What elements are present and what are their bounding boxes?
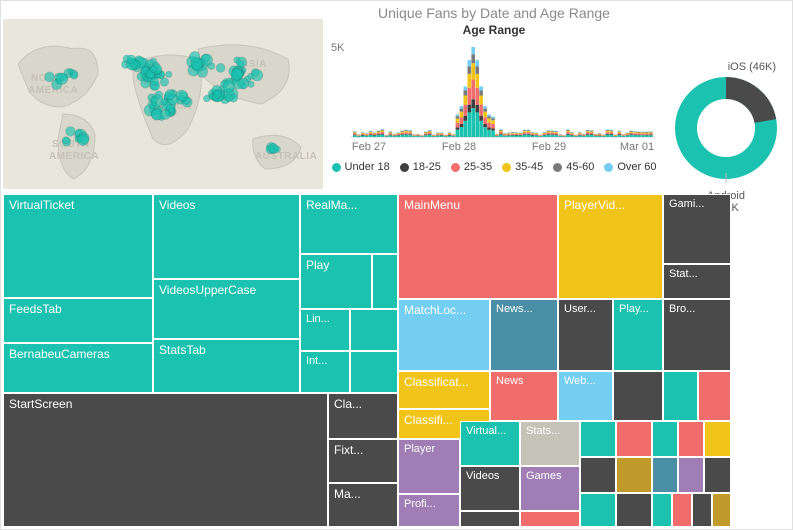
treemap-cell[interactable]	[672, 493, 692, 527]
treemap-cell[interactable]: Gami...	[663, 194, 731, 264]
treemap-cell[interactable]: BernabeuCameras	[3, 343, 153, 393]
treemap-cell[interactable]	[678, 457, 704, 493]
bar-subtitle: Age Range	[329, 23, 659, 37]
treemap-cell[interactable]	[704, 421, 731, 457]
treemap-cell[interactable]: News...	[490, 299, 558, 371]
donut-label-ios: iOS (46K)	[666, 61, 786, 73]
treemap-cell[interactable]: Ma...	[328, 483, 398, 527]
treemap-cell[interactable]: Fixt...	[328, 439, 398, 483]
treemap-cell[interactable]: StatsTab	[153, 339, 300, 393]
treemap-cell[interactable]: Web...	[558, 371, 613, 421]
treemap-cell[interactable]: Play...	[613, 299, 663, 371]
svg-text:Feb 27: Feb 27	[352, 141, 386, 152]
treemap-cell[interactable]	[372, 254, 398, 309]
treemap-cell[interactable]	[692, 493, 712, 527]
treemap-cell[interactable]	[580, 421, 616, 457]
treemap-cell[interactable]	[350, 309, 398, 351]
treemap-cell[interactable]: VideosUpperCase	[153, 279, 300, 339]
bar-legend: Under 1818-2525-3535-4545-60Over 60	[329, 161, 659, 173]
treemap-cell[interactable]	[616, 421, 652, 457]
treemap-cell[interactable]: FeedsTab	[3, 298, 153, 343]
svg-text:Feb 29: Feb 29	[532, 141, 566, 152]
y-tick: 5K	[331, 42, 345, 54]
treemap-cell[interactable]	[663, 371, 698, 421]
treemap-cell[interactable]: User...	[558, 299, 613, 371]
treemap-cell[interactable]: VirtualTicket	[3, 194, 153, 298]
treemap-cell[interactable]	[460, 511, 520, 527]
treemap-cell[interactable]: RealMa...	[300, 194, 398, 254]
treemap-cell[interactable]: Bro...	[663, 299, 731, 371]
svg-text:AMERICA: AMERICA	[49, 151, 99, 162]
treemap-cell[interactable]	[712, 493, 731, 527]
treemap-cell[interactable]	[652, 457, 678, 493]
treemap-cell[interactable]: Stats...	[520, 421, 580, 466]
treemap-cell[interactable]: Stat...	[663, 264, 731, 299]
treemap-cell[interactable]: StartScreen	[3, 393, 328, 527]
treemap-cell[interactable]: Cla...	[328, 393, 398, 439]
treemap-chart[interactable]: VirtualTicketFeedsTabBernabeuCamerasVide…	[3, 194, 790, 527]
treemap-cell[interactable]: Int...	[300, 351, 350, 393]
treemap-cell[interactable]: Videos	[460, 466, 520, 511]
treemap-cell[interactable]: MatchLoc...	[398, 299, 490, 371]
treemap-cell[interactable]	[698, 371, 731, 421]
treemap-cell[interactable]	[580, 493, 616, 527]
treemap-cell[interactable]	[652, 493, 672, 527]
treemap-cell[interactable]: Player	[398, 439, 460, 494]
treemap-cell[interactable]	[350, 351, 398, 393]
bar-chart[interactable]: Unique Fans by Date and Age Range Age Ra…	[329, 5, 659, 190]
treemap-cell[interactable]: News	[490, 371, 558, 421]
treemap-cell[interactable]: Virtual...	[460, 421, 520, 466]
treemap-cell[interactable]	[704, 457, 731, 493]
treemap-cell[interactable]	[616, 493, 652, 527]
treemap-cell[interactable]: Lin...	[300, 309, 350, 351]
treemap-cell[interactable]: Play	[300, 254, 372, 309]
treemap-cell[interactable]: PlayerVid...	[558, 194, 663, 299]
bar-title: Unique Fans by Date and Age Range	[329, 5, 659, 21]
treemap-cell[interactable]: Videos	[153, 194, 300, 279]
treemap-cell[interactable]	[652, 421, 678, 457]
treemap-cell[interactable]: Profi...	[398, 494, 460, 527]
treemap-cell[interactable]: Classificat...	[398, 371, 490, 409]
treemap-cell[interactable]	[616, 457, 652, 493]
svg-text:AUSTRALIA: AUSTRALIA	[255, 151, 317, 162]
map-chart[interactable]: NORTHAMERICA SOUTHAMERICA AFRICA ASIA AU…	[3, 19, 323, 189]
treemap-cell[interactable]: Games	[520, 466, 580, 511]
svg-text:Feb 28: Feb 28	[442, 141, 476, 152]
treemap-cell[interactable]	[613, 371, 663, 421]
svg-text:Mar 01: Mar 01	[620, 141, 654, 152]
treemap-cell[interactable]	[678, 421, 704, 457]
treemap-cell[interactable]: MainMenu	[398, 194, 558, 299]
treemap-cell[interactable]	[580, 457, 616, 493]
treemap-cell[interactable]	[520, 511, 580, 527]
